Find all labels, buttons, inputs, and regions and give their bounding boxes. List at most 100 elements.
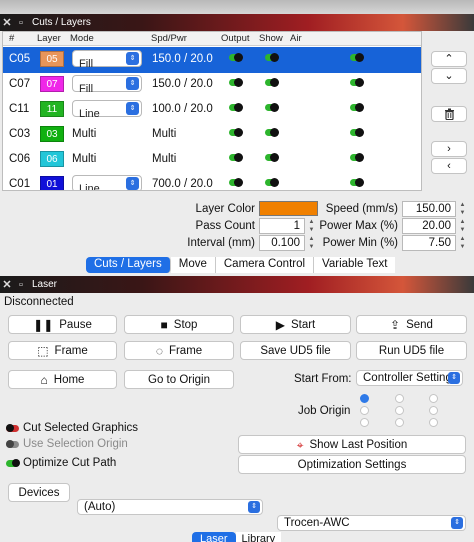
col-header-layer[interactable]: Layer [37, 33, 61, 44]
float-icon[interactable]: ▫ [14, 279, 28, 291]
interval-stepper[interactable]: ▲ ▼ [307, 235, 316, 251]
close-icon[interactable]: ✕ [0, 278, 14, 291]
origin-top-right-radio[interactable] [429, 394, 438, 403]
table-row[interactable]: C03 03 Multi Multi [3, 122, 421, 148]
table-row[interactable]: C01 01 Line ⇕ 700.0 / 20.0 [3, 172, 421, 190]
origin-top-center-radio[interactable] [395, 394, 404, 403]
air-toggle[interactable] [350, 53, 364, 62]
origin-bottom-right-radio[interactable] [429, 418, 438, 427]
use-selection-origin-option[interactable]: Use Selection Origin [6, 438, 128, 450]
tab-variable-text[interactable]: Variable Text [314, 257, 396, 273]
pause-button[interactable]: ❚❚ Pause [8, 315, 117, 334]
origin-center-radio[interactable] [395, 406, 404, 415]
show-toggle[interactable] [265, 78, 279, 87]
pass-count-stepper[interactable]: ▲ ▼ [307, 218, 316, 234]
col-header-output[interactable]: Output [221, 33, 250, 44]
table-row[interactable]: C05 05 Fill ⇕ 150.0 / 20.0 [3, 47, 421, 73]
layer-swatch[interactable]: 07 [40, 76, 64, 92]
air-toggle[interactable] [350, 103, 364, 112]
show-toggle[interactable] [265, 178, 279, 187]
layer-swatch[interactable]: 05 [40, 51, 64, 67]
mode-dropdown[interactable]: Fill ⇕ [72, 75, 142, 95]
send-button[interactable]: ⇪ Send [356, 315, 467, 334]
start-button[interactable]: ▶ Start [240, 315, 351, 334]
origin-top-left-radio[interactable] [360, 394, 369, 403]
close-icon[interactable]: ✕ [0, 16, 14, 29]
cut-selected-toggle[interactable] [6, 423, 20, 433]
speed-field[interactable]: 150.00 [402, 201, 456, 217]
cut-selected-option[interactable]: Cut Selected Graphics [6, 422, 138, 434]
table-row[interactable]: C06 06 Multi Multi [3, 147, 421, 173]
power-min-field[interactable]: 7.50 [402, 235, 456, 251]
tab-cuts-layers[interactable]: Cuts / Layers [86, 257, 171, 273]
mode-dropdown[interactable]: Line ⇕ [72, 175, 142, 190]
show-toggle[interactable] [265, 153, 279, 162]
air-toggle[interactable] [350, 128, 364, 137]
move-up-button[interactable]: ⌃ [431, 51, 467, 67]
optimize-cut-path-toggle[interactable] [6, 458, 20, 468]
output-toggle[interactable] [229, 128, 243, 137]
frame-circle-button[interactable]: ◌ Frame [124, 341, 234, 360]
air-toggle[interactable] [350, 153, 364, 162]
origin-middle-left-radio[interactable] [360, 406, 369, 415]
frame-rect-button[interactable]: ⬚ Frame [8, 341, 117, 360]
col-header-air[interactable]: Air [290, 33, 302, 44]
col-header-show[interactable]: Show [259, 33, 283, 44]
pass-count-field[interactable]: 1 [259, 218, 305, 234]
layer-color-swatch[interactable] [259, 201, 318, 216]
delete-button[interactable] [431, 106, 467, 122]
col-header-spdpwr[interactable]: Spd/Pwr [151, 33, 187, 44]
output-toggle[interactable] [229, 178, 243, 187]
run-ud5-button[interactable]: Run UD5 file [356, 341, 467, 360]
show-toggle[interactable] [265, 103, 279, 112]
show-toggle[interactable] [265, 53, 279, 62]
output-toggle[interactable] [229, 78, 243, 87]
origin-middle-right-radio[interactable] [429, 406, 438, 415]
show-last-position-button[interactable]: ⌖ Show Last Position [238, 435, 466, 454]
cuts-table[interactable]: # Layer Mode Spd/Pwr Output Show Air C05… [2, 31, 422, 191]
output-toggle[interactable] [229, 53, 243, 62]
tab-move[interactable]: Move [170, 257, 216, 273]
air-toggle[interactable] [350, 178, 364, 187]
layer-swatch[interactable]: 03 [40, 126, 64, 142]
devices-button[interactable]: Devices [8, 483, 70, 502]
layer-swatch[interactable]: 11 [40, 101, 64, 117]
output-toggle[interactable] [229, 153, 243, 162]
go-to-origin-button[interactable]: Go to Origin [124, 370, 234, 389]
power-max-stepper[interactable]: ▲ ▼ [458, 218, 467, 234]
stop-button[interactable]: ■ Stop [124, 315, 234, 334]
home-button[interactable]: ⌂ Home [8, 370, 117, 389]
speed-stepper[interactable]: ▲ ▼ [458, 201, 467, 217]
tab-camera-control[interactable]: Camera Control [215, 257, 315, 273]
origin-bottom-left-radio[interactable] [360, 418, 369, 427]
show-toggle[interactable] [265, 128, 279, 137]
move-left-button[interactable]: ‹ [431, 158, 467, 174]
port-dropdown[interactable]: (Auto) ⇕ [77, 499, 263, 515]
col-header-number[interactable]: # [9, 33, 14, 44]
stop-icon: ■ [160, 317, 168, 332]
move-down-button[interactable]: ⌄ [431, 68, 467, 84]
start-from-dropdown[interactable]: Controller Setting ⇕ [356, 370, 463, 386]
origin-bottom-center-radio[interactable] [395, 418, 404, 427]
tab-library[interactable]: Library [235, 532, 282, 542]
table-row[interactable]: C07 07 Fill ⇕ 150.0 / 20.0 [3, 72, 421, 98]
float-icon[interactable]: ▫ [14, 17, 28, 29]
mode-dropdown[interactable]: Fill ⇕ [72, 50, 142, 70]
move-right-button[interactable]: › [431, 141, 467, 157]
power-max-field[interactable]: 20.00 [402, 218, 456, 234]
save-ud5-button[interactable]: Save UD5 file [240, 341, 351, 360]
air-toggle[interactable] [350, 78, 364, 87]
use-selection-origin-toggle[interactable] [6, 439, 20, 449]
mode-dropdown[interactable]: Line ⇕ [72, 100, 142, 120]
optimize-cut-path-option[interactable]: Optimize Cut Path [6, 457, 116, 469]
layer-swatch[interactable]: 01 [40, 176, 64, 190]
col-header-mode[interactable]: Mode [70, 33, 94, 44]
optimization-settings-button[interactable]: Optimization Settings [238, 455, 466, 474]
tab-laser[interactable]: Laser [192, 532, 236, 542]
output-toggle[interactable] [229, 103, 243, 112]
interval-field[interactable]: 0.100 [259, 235, 305, 251]
layer-swatch[interactable]: 06 [40, 151, 64, 167]
table-row[interactable]: C11 11 Line ⇕ 100.0 / 20.0 [3, 97, 421, 123]
device-dropdown[interactable]: Trocen-AWC ⇕ [277, 515, 466, 531]
power-min-stepper[interactable]: ▲ ▼ [458, 235, 467, 251]
